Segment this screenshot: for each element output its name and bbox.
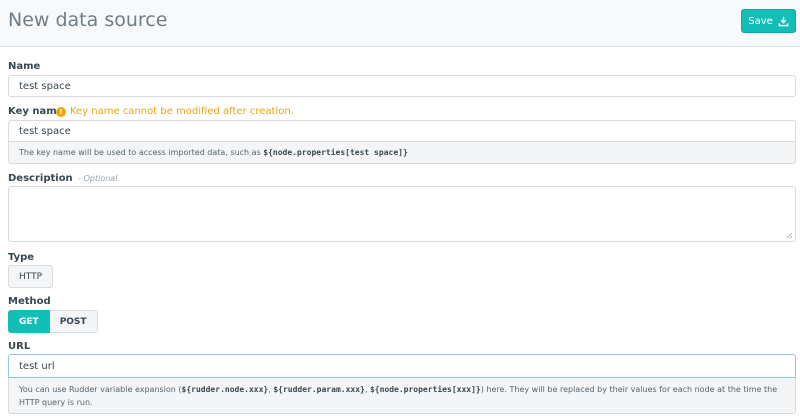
key-name-warning-text: Key name cannot be modified after creati… [70,106,294,117]
save-label: Save [748,15,773,27]
url-help-code-properties: ${node.properties[xxx]} [369,385,481,394]
description-label-text: Description [8,173,73,184]
key-name-help: The key name will be used to access impo… [8,142,796,164]
type-label: Type [8,252,35,263]
key-name-warning: ! Key name cannot be modified after crea… [56,106,294,117]
url-input-value: test url [19,360,55,372]
method-get-button[interactable]: GET [8,310,50,333]
url-help: You can use Rudder variable expansion ($… [8,378,796,414]
url-help-prefix: You can use Rudder variable expansion ( [19,385,182,394]
name-label: Name [8,61,41,72]
method-label: Method [8,296,51,307]
optional-hint: - Optional [78,174,118,183]
download-icon [778,16,789,26]
type-button-group: HTTP [8,265,54,288]
url-input[interactable]: test url [8,354,796,378]
key-name-help-text: The key name will be used to access impo… [19,148,264,157]
page-header: New data source Save [0,0,800,47]
url-help-code-param: ${rudder.param.xxx} [273,385,365,394]
key-name-help-code: ${node.properties[test space]} [263,148,408,157]
type-http-button[interactable]: HTTP [8,265,54,288]
description-textarea[interactable] [8,186,796,242]
name-input[interactable]: test space [8,75,796,97]
resize-handle-icon[interactable] [786,232,793,239]
url-label: URL [8,341,31,352]
method-post-button[interactable]: POST [49,310,98,333]
key-name-input-value: test space [19,125,71,137]
warning-icon: ! [56,106,66,117]
key-name-input[interactable]: test space [8,120,796,142]
url-help-code-node: ${rudder.node.xxx} [181,385,269,394]
page-title: New data source [8,9,168,31]
save-button[interactable]: Save [741,9,796,33]
description-label: Description - Optional [8,173,117,184]
method-button-group: GET POST [8,310,98,333]
name-input-value: test space [19,80,71,92]
